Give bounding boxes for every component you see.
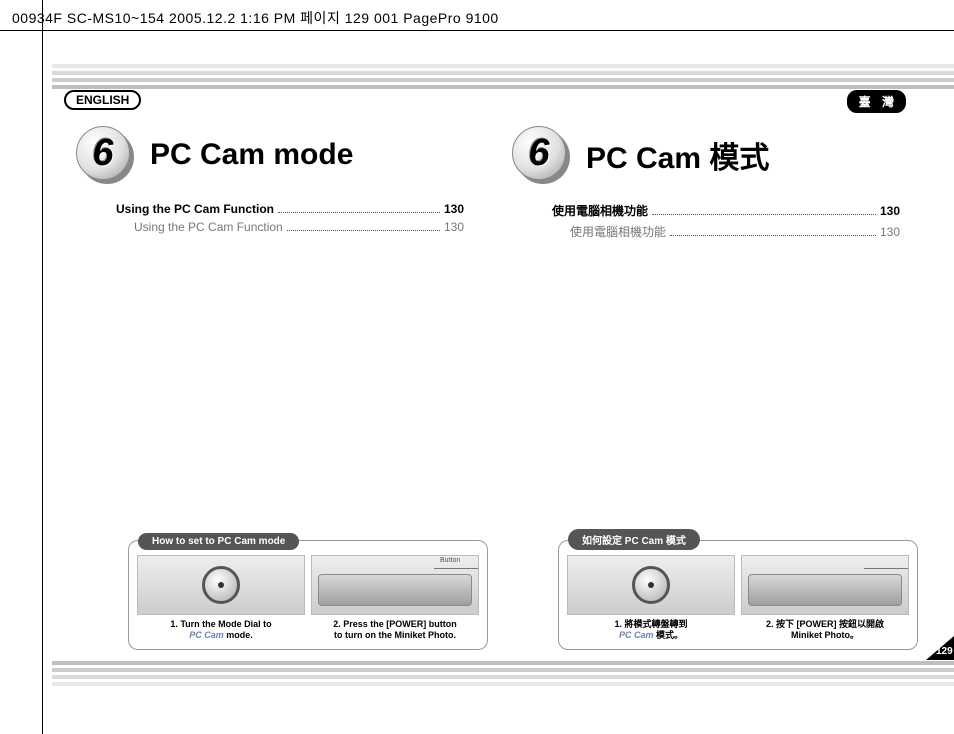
decorative-stripes-bottom xyxy=(52,661,954,686)
column-chinese: 6 PC Cam 模式 使用電腦相機功能 130 使用電腦相機功能 130 xyxy=(500,126,920,244)
step1-text-c: 模式。 xyxy=(653,630,683,640)
page-number-marker: 129 xyxy=(926,636,954,660)
howto-step-1: 1. Turn the Mode Dial to PC Cam mode. xyxy=(137,555,305,642)
toc-leader-dots xyxy=(670,235,876,236)
toc-leader-dots xyxy=(278,212,440,213)
howto-step-1: 1. 將模式轉盤轉到 PC Cam 模式。 xyxy=(567,555,735,642)
language-badge-taiwan: 臺 灣 xyxy=(847,90,906,113)
step1-caption: 1. Turn the Mode Dial to PC Cam mode. xyxy=(170,619,271,642)
step2-caption: 2. Press the [POWER] button to turn on t… xyxy=(333,619,457,642)
step2-text-a: 2. 按下 [POWER] 按鈕以開啟 xyxy=(766,619,884,629)
chapter-number-badge: 6 xyxy=(76,126,134,184)
toc-entry-sub: 使用電腦相機功能 130 xyxy=(552,223,900,240)
step2-caption: 2. 按下 [POWER] 按鈕以開啟 Miniket Photo。 xyxy=(766,619,884,642)
mode-dial-illustration xyxy=(137,555,305,615)
howto-box-right: 如何設定 PC Cam 模式 1. 將模式轉盤轉到 PC Cam 模式。 電源按… xyxy=(558,529,918,651)
toc-entry-sub: Using the PC Cam Function 130 xyxy=(116,220,464,234)
table-of-contents-left: Using the PC Cam Function 130 Using the … xyxy=(116,202,464,234)
howto-title-left: How to set to PC Cam mode xyxy=(138,533,299,550)
toc-entry: Using the PC Cam Function 130 xyxy=(116,202,464,216)
mode-dial-illustration xyxy=(567,555,735,615)
table-of-contents-right: 使用電腦相機功能 130 使用電腦相機功能 130 xyxy=(552,202,900,240)
toc-page: 130 xyxy=(880,225,900,239)
chapter-title-left: PC Cam mode xyxy=(150,138,353,172)
step2-text-b: to turn on the Miniket Photo. xyxy=(334,630,456,640)
toc-page: 130 xyxy=(880,204,900,218)
chapter-heading-left: 6 PC Cam mode xyxy=(76,126,484,184)
toc-leader-dots xyxy=(652,214,876,215)
power-button-label: PowerButton xyxy=(440,555,479,564)
language-badge-english: ENGLISH xyxy=(64,90,141,110)
toc-label: Using the PC Cam Function xyxy=(116,202,274,216)
step1-text-a: 1. Turn the Mode Dial to xyxy=(170,619,271,629)
step1-text-a: 1. 將模式轉盤轉到 xyxy=(614,619,687,629)
chapter-number: 6 xyxy=(92,132,113,175)
toc-label: Using the PC Cam Function xyxy=(134,220,283,234)
chapter-heading-right: 6 PC Cam 模式 xyxy=(512,126,920,184)
page-spread: ENGLISH 臺 灣 6 PC Cam mode Using the PC C… xyxy=(52,46,954,734)
howto-box-left: How to set to PC Cam mode 1. Turn the Mo… xyxy=(128,531,488,651)
step2-text-b: Miniket Photo。 xyxy=(791,630,859,640)
howto-title-right: 如何設定 PC Cam 模式 xyxy=(568,529,700,550)
print-header: 00934F SC-MS10~154 2005.12.2 1:16 PM 페이지… xyxy=(12,8,499,28)
step1-caption: 1. 將模式轉盤轉到 PC Cam 模式。 xyxy=(614,619,687,642)
toc-page: 130 xyxy=(444,202,464,216)
power-button-illustration: PowerButton xyxy=(311,555,479,615)
page-number: 129 xyxy=(936,646,953,657)
step2-text-a: 2. Press the [POWER] button xyxy=(333,619,457,629)
chapter-title-right: PC Cam 模式 xyxy=(586,133,769,177)
toc-page: 130 xyxy=(444,220,464,234)
step1-text-em: PC Cam xyxy=(189,630,224,640)
decorative-stripes-top xyxy=(52,64,954,89)
chapter-number-badge: 6 xyxy=(512,126,570,184)
crop-mark-top xyxy=(0,30,954,31)
crop-mark-left xyxy=(42,0,43,734)
step1-text-c: mode. xyxy=(224,630,253,640)
howto-step-2: 電源按鈕 2. 按下 [POWER] 按鈕以開啟 Miniket Photo。 xyxy=(741,555,909,642)
chapter-number: 6 xyxy=(528,132,549,175)
power-button-illustration: 電源按鈕 xyxy=(741,555,909,615)
toc-leader-dots xyxy=(287,230,440,231)
step1-text-em: PC Cam xyxy=(619,630,654,640)
column-english: 6 PC Cam mode Using the PC Cam Function … xyxy=(64,126,484,238)
power-button-label: 電源按鈕 xyxy=(870,555,909,557)
toc-entry: 使用電腦相機功能 130 xyxy=(552,202,900,219)
toc-label: 使用電腦相機功能 xyxy=(552,202,648,219)
howto-step-2: PowerButton 2. Press the [POWER] button … xyxy=(311,555,479,642)
toc-label: 使用電腦相機功能 xyxy=(570,223,666,240)
